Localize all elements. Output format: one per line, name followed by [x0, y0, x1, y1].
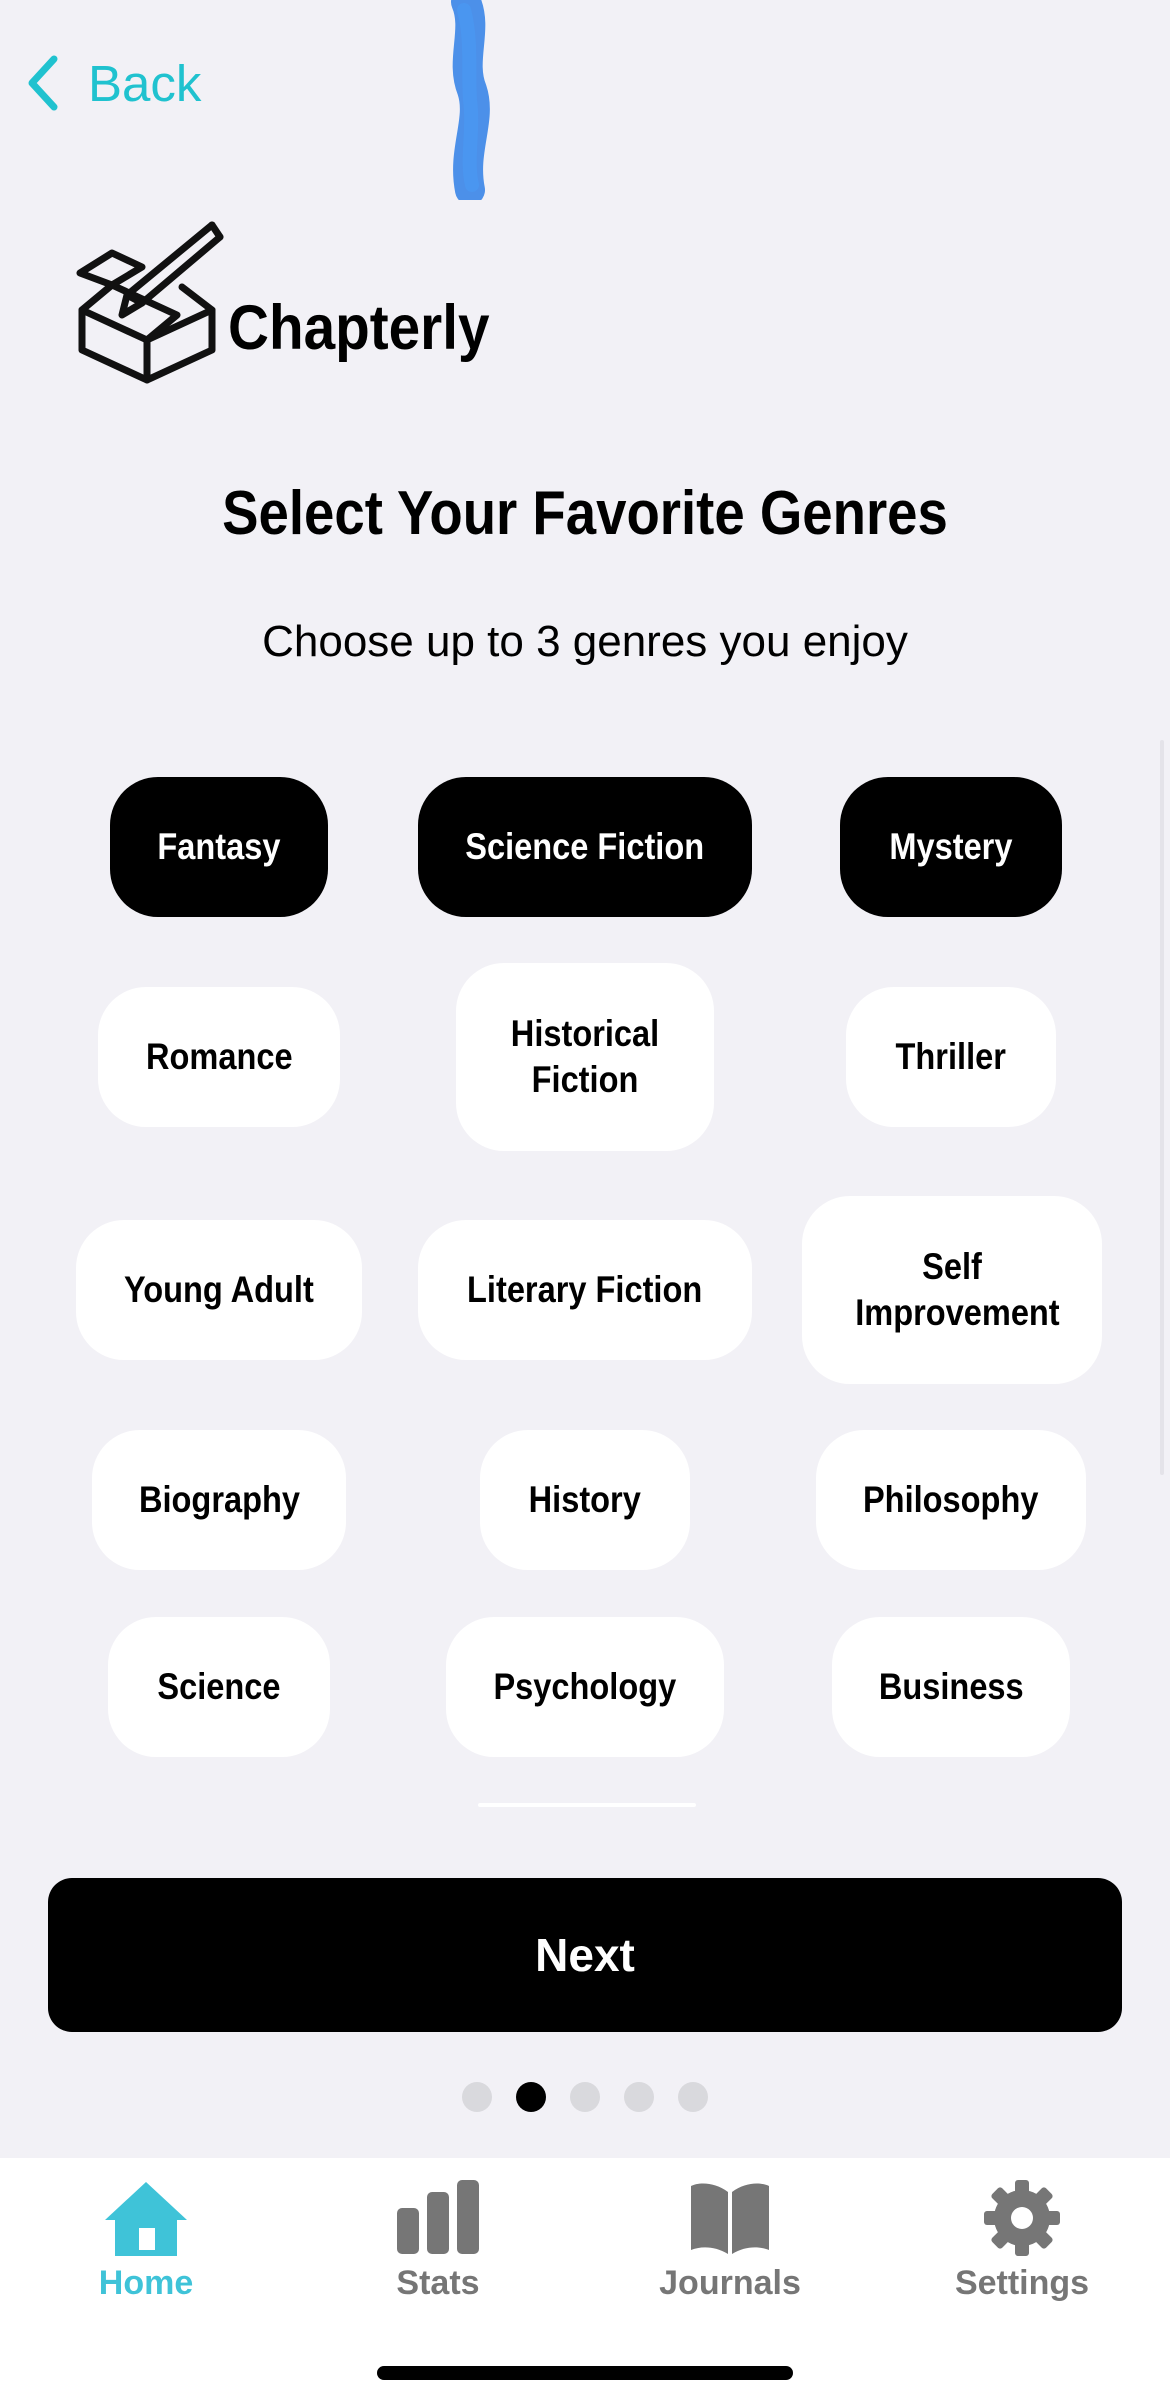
brush-scribble	[451, 0, 490, 200]
home-indicator	[377, 2366, 793, 2380]
tab-settings-label: Settings	[954, 2264, 1090, 2302]
tab-home-label: Home	[98, 2264, 194, 2302]
genre-chip-historical-fiction[interactable]: Historical Fiction	[456, 963, 714, 1151]
genre-chip-philosophy[interactable]: Philosophy	[816, 1430, 1086, 1570]
tab-stats[interactable]: Stats	[292, 2178, 584, 2328]
logo-icon	[76, 221, 224, 384]
page-dot-3	[570, 2082, 600, 2112]
tab-stats-label: Stats	[396, 2264, 480, 2302]
genre-chip-business[interactable]: Business	[832, 1617, 1070, 1757]
page-indicator	[0, 2082, 1170, 2112]
genre-chip-fantasy[interactable]: Fantasy	[110, 777, 328, 917]
genre-chip-mystery[interactable]: Mystery	[840, 777, 1062, 917]
tab-journals[interactable]: Journals	[584, 2178, 876, 2328]
page-dot-4	[624, 2082, 654, 2112]
genre-chip-self-improvement[interactable]: Self Improvement	[802, 1196, 1102, 1384]
genre-chip-biography[interactable]: Biography	[92, 1430, 346, 1570]
tab-journals-label: Journals	[659, 2264, 801, 2302]
genre-chip-science[interactable]: Science	[108, 1617, 330, 1757]
genre-chip-thriller[interactable]: Thriller	[846, 987, 1056, 1127]
genre-chip-psychology[interactable]: Psychology	[446, 1617, 724, 1757]
page-subtitle: Choose up to 3 genres you enjoy	[262, 617, 908, 666]
page-dot-1	[462, 2082, 492, 2112]
genre-selection-screen: Back Chapterly Select Your Favorite Genr…	[0, 0, 1170, 2408]
back-button[interactable]: Back	[24, 48, 201, 118]
next-chip-edge	[478, 1803, 696, 1807]
page-dot-2	[516, 2082, 546, 2112]
brand-name: Chapterly	[228, 293, 490, 363]
genre-chip-romance[interactable]: Romance	[98, 987, 340, 1127]
book-icon	[691, 2183, 769, 2254]
page-title: Select Your Favorite Genres	[222, 479, 948, 548]
next-button[interactable]: Next	[48, 1878, 1122, 2032]
gear-icon	[984, 2180, 1060, 2256]
genre-chip-literary-fiction[interactable]: Literary Fiction	[418, 1220, 752, 1360]
genre-chip-science-fiction[interactable]: Science Fiction	[418, 777, 752, 917]
tab-home[interactable]: Home	[0, 2178, 292, 2328]
genre-chip-young-adult[interactable]: Young Adult	[76, 1220, 362, 1360]
chevron-left-icon	[28, 55, 58, 111]
stats-icon	[397, 2180, 479, 2254]
home-icon	[105, 2182, 187, 2256]
scrollbar[interactable]	[1160, 740, 1164, 1475]
tab-settings[interactable]: Settings	[876, 2178, 1168, 2328]
page-dot-5	[678, 2082, 708, 2112]
genre-chip-history[interactable]: History	[480, 1430, 690, 1570]
back-label: Back	[88, 54, 202, 112]
